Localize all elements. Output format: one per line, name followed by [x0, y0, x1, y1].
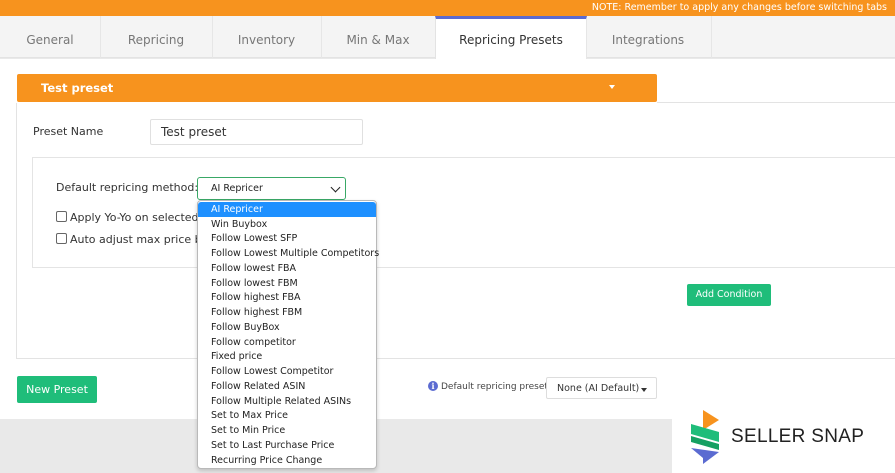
- preset-header-title: Test preset: [41, 81, 114, 95]
- dropdown-option[interactable]: Win Buybox: [198, 217, 376, 232]
- caret-down-icon: [609, 85, 615, 89]
- tab-repricing-presets[interactable]: Repricing Presets: [435, 16, 587, 61]
- preset-accordion-header[interactable]: Test preset: [17, 74, 657, 102]
- dropdown-option[interactable]: Follow competitor: [198, 335, 376, 350]
- repricing-method-label: Default repricing method:: [56, 181, 199, 194]
- preset-name-input[interactable]: Test preset: [150, 119, 363, 145]
- dropdown-option[interactable]: Follow Lowest SFP: [198, 231, 376, 246]
- tab-inventory[interactable]: Inventory: [212, 16, 322, 58]
- default-preset-value: None (AI Default): [557, 383, 640, 394]
- dropdown-option[interactable]: Follow Multiple Related ASINs: [198, 394, 376, 409]
- add-condition-button[interactable]: Add Condition: [687, 284, 771, 306]
- dropdown-option[interactable]: Set to Max Price: [198, 408, 376, 423]
- new-preset-button[interactable]: New Preset: [17, 376, 97, 403]
- tab-general[interactable]: General: [0, 16, 101, 58]
- dropdown-option[interactable]: Follow highest FBA: [198, 290, 376, 305]
- auto-adjust-option[interactable]: Auto adjust max price ba: [56, 233, 208, 246]
- dropdown-option[interactable]: Follow lowest FBM: [198, 276, 376, 291]
- tab-repricing[interactable]: Repricing: [100, 16, 213, 58]
- tab-integrations[interactable]: Integrations: [585, 16, 712, 58]
- yoyo-option[interactable]: Apply Yo-Yo on selected r: [56, 211, 207, 224]
- repricing-method-select[interactable]: AI Repricer: [197, 177, 346, 200]
- dropdown-option[interactable]: Fixed price: [198, 349, 376, 364]
- note-bar: NOTE: Remember to apply any changes befo…: [0, 0, 895, 16]
- chevron-down-icon: [330, 182, 341, 193]
- auto-adjust-checkbox[interactable]: [56, 233, 67, 244]
- logo-text: SELLER SNAP: [731, 426, 865, 447]
- seller-snap-logo-icon: [691, 410, 719, 464]
- repricing-method-dropdown: AI Repricer Win Buybox Follow Lowest SFP…: [197, 200, 379, 469]
- header-divider: [657, 102, 895, 103]
- dropdown-option[interactable]: Follow Lowest Multiple Competitors: [198, 246, 379, 261]
- repricing-method-value: AI Repricer: [211, 183, 263, 194]
- dropdown-option[interactable]: Follow highest FBM: [198, 305, 376, 320]
- dropdown-option[interactable]: Set to Last Purchase Price: [198, 438, 376, 453]
- dropdown-option[interactable]: Follow BuyBox: [198, 320, 376, 335]
- tab-min-max[interactable]: Min & Max: [321, 16, 436, 58]
- yoyo-label: Apply Yo-Yo on selected r: [70, 211, 207, 224]
- dropdown-option[interactable]: Follow Lowest Competitor: [198, 364, 376, 379]
- auto-adjust-label: Auto adjust max price ba: [70, 233, 209, 246]
- caret-down-icon: [641, 388, 647, 392]
- dropdown-option[interactable]: Recurring Price Change: [198, 453, 376, 468]
- dropdown-option[interactable]: Follow Related ASIN: [198, 379, 376, 394]
- dropdown-option[interactable]: Set to Min Price: [198, 423, 376, 438]
- yoyo-checkbox[interactable]: [56, 211, 67, 222]
- note-text: NOTE: Remember to apply any changes befo…: [591, 2, 887, 13]
- dropdown-option[interactable]: AI Repricer: [198, 202, 376, 217]
- preset-name-label: Preset Name: [33, 125, 104, 138]
- info-icon: i: [428, 381, 438, 391]
- dropdown-option[interactable]: Follow lowest FBA: [198, 261, 376, 276]
- settings-tabs: General Repricing Inventory Min & Max Re…: [0, 16, 895, 61]
- default-preset-select[interactable]: None (AI Default): [546, 377, 657, 399]
- default-preset-label: Default repricing preset:: [441, 382, 551, 392]
